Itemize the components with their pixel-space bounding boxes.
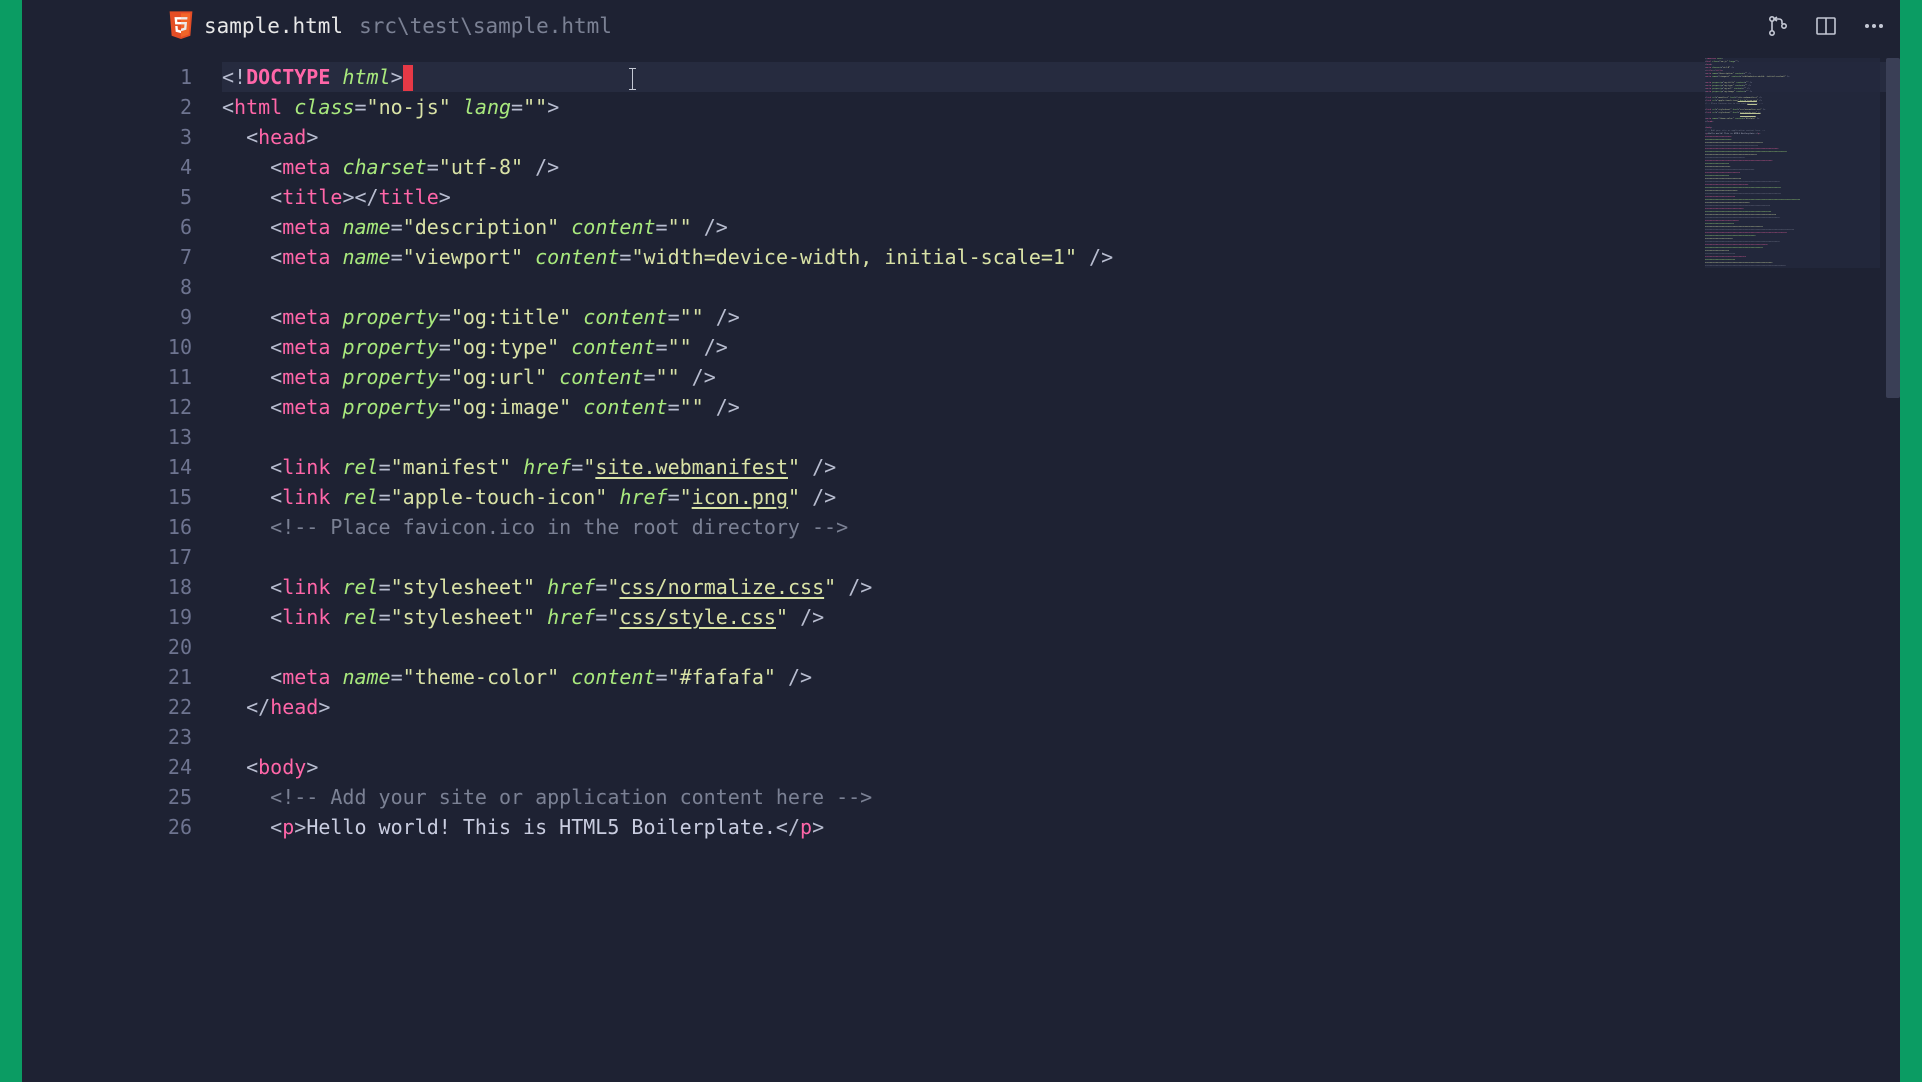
tab-bar: sample.html src\test\sample.html: [150, 0, 1900, 52]
line-number: 8: [150, 272, 192, 302]
line-number: 19: [150, 602, 192, 632]
line-number: 26: [150, 812, 192, 842]
code-line[interactable]: <p>Hello world! This is HTML5 Boilerplat…: [222, 812, 1900, 842]
code-line[interactable]: <meta name="viewport" content="width=dev…: [222, 242, 1900, 272]
code-line[interactable]: <html class="no-js" lang="">: [222, 92, 1900, 122]
split-editor-icon[interactable]: [1812, 12, 1840, 40]
compare-changes-icon[interactable]: [1764, 12, 1792, 40]
code-line[interactable]: [222, 722, 1900, 752]
line-number: 7: [150, 242, 192, 272]
code-line[interactable]: [222, 272, 1900, 302]
line-number: 12: [150, 392, 192, 422]
line-number: 24: [150, 752, 192, 782]
code-line[interactable]: <head>: [222, 122, 1900, 152]
line-number: 11: [150, 362, 192, 392]
line-number: 21: [150, 662, 192, 692]
line-number: 16: [150, 512, 192, 542]
html5-file-icon: [168, 11, 194, 41]
code-line[interactable]: <meta property="og:title" content="" />: [222, 302, 1900, 332]
line-number: 22: [150, 692, 192, 722]
line-number: 2: [150, 92, 192, 122]
code-line[interactable]: [222, 542, 1900, 572]
code-editor[interactable]: 1234567891011121314151617181920212223242…: [150, 52, 1900, 1082]
line-number: 1: [150, 62, 192, 92]
line-number: 18: [150, 572, 192, 602]
code-line[interactable]: <meta name="theme-color" content="#fafaf…: [222, 662, 1900, 692]
tab-filename: sample.html: [204, 14, 343, 38]
code-line[interactable]: <!DOCTYPE html>: [222, 62, 1900, 92]
code-line[interactable]: <body>: [222, 752, 1900, 782]
line-number: 9: [150, 302, 192, 332]
editor-window: sample.html src\test\sample.html: [22, 0, 1900, 1082]
line-number: 4: [150, 152, 192, 182]
line-number-gutter: 1234567891011121314151617181920212223242…: [150, 52, 222, 1082]
code-line[interactable]: <!-- Add your site or application conten…: [222, 782, 1900, 812]
line-number: 13: [150, 422, 192, 452]
code-line[interactable]: <link rel="stylesheet" href="css/normali…: [222, 572, 1900, 602]
line-number: 10: [150, 332, 192, 362]
text-caret-icon: [632, 68, 633, 90]
code-line[interactable]: <meta property="og:image" content="" />: [222, 392, 1900, 422]
line-number: 20: [150, 632, 192, 662]
line-number: 14: [150, 452, 192, 482]
code-line[interactable]: <title></title>: [222, 182, 1900, 212]
code-line[interactable]: <meta property="og:url" content="" />: [222, 362, 1900, 392]
line-number: 5: [150, 182, 192, 212]
code-line[interactable]: [222, 422, 1900, 452]
code-line[interactable]: <link rel="manifest" href="site.webmanif…: [222, 452, 1900, 482]
line-number: 15: [150, 482, 192, 512]
line-number: 17: [150, 542, 192, 572]
line-number: 23: [150, 722, 192, 752]
line-number: 6: [150, 212, 192, 242]
minimap[interactable]: <!DOCTYPE html><html class="no-js" lang=…: [1705, 58, 1880, 268]
tab-filepath: src\test\sample.html: [359, 14, 612, 38]
more-actions-icon[interactable]: [1860, 12, 1888, 40]
code-line[interactable]: <meta charset="utf-8" />: [222, 152, 1900, 182]
code-area[interactable]: <!DOCTYPE html><html class="no-js" lang=…: [222, 52, 1900, 1082]
editor-group: sample.html src\test\sample.html: [150, 0, 1900, 1082]
code-line[interactable]: <meta property="og:type" content="" />: [222, 332, 1900, 362]
tab-sample-html[interactable]: sample.html src\test\sample.html: [150, 0, 630, 52]
line-number: 3: [150, 122, 192, 152]
code-line[interactable]: </head>: [222, 692, 1900, 722]
code-line[interactable]: [222, 632, 1900, 662]
code-line[interactable]: <meta name="description" content="" />: [222, 212, 1900, 242]
code-line[interactable]: <link rel="apple-touch-icon" href="icon.…: [222, 482, 1900, 512]
line-number: 25: [150, 782, 192, 812]
code-line[interactable]: <!-- Place favicon.ico in the root direc…: [222, 512, 1900, 542]
scrollbar-thumb[interactable]: [1886, 58, 1900, 398]
vertical-scrollbar[interactable]: [1882, 52, 1900, 1082]
cursor: [403, 65, 413, 91]
tab-actions: [1764, 12, 1888, 40]
code-line[interactable]: <link rel="stylesheet" href="css/style.c…: [222, 602, 1900, 632]
